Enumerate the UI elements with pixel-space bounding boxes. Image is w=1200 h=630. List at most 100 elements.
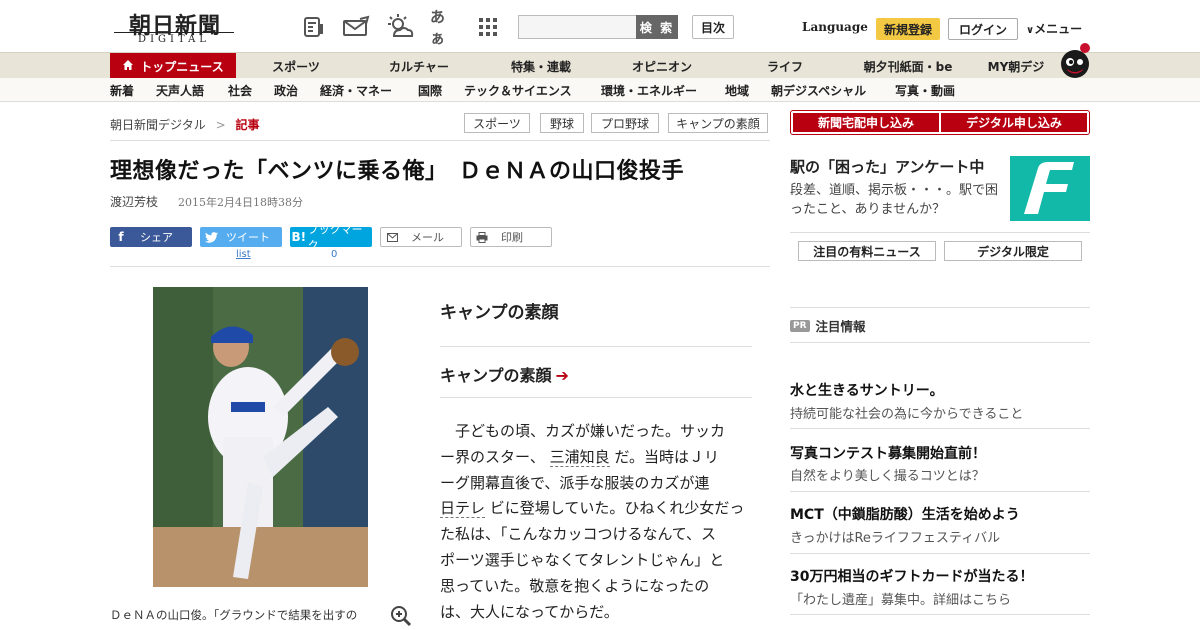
site-header: 朝日新聞 DIGITAL あぁ 検 索 目次 Language 新規登録 ログイ… (0, 0, 1200, 52)
divider (790, 307, 1090, 308)
login-button[interactable]: ログイン (948, 18, 1018, 40)
digital-only-button[interactable]: デジタル限定 (944, 241, 1082, 261)
hatena-count[interactable]: 0 (331, 249, 337, 260)
facebook-icon: f (118, 230, 124, 244)
nav2-international[interactable]: 国際 (418, 78, 442, 102)
article-author[interactable]: 渡辺芳枝 (110, 193, 158, 210)
tag-pro-baseball[interactable]: プロ野球 (591, 113, 659, 133)
ad-logo[interactable] (1010, 156, 1090, 221)
menu-button[interactable]: ∨メニュー (1026, 20, 1082, 37)
section-title: キャンプの素顔 (440, 303, 559, 323)
body-line: 思っていた。敬意を抱くようになったの (440, 576, 710, 595)
grid-apps-icon[interactable] (474, 14, 502, 40)
body-line: ーグ開幕直後で、派手な服装のカズが連 (440, 473, 710, 492)
twitter-share-button[interactable]: ツイート (200, 227, 282, 247)
twitter-count[interactable]: list (236, 249, 251, 260)
language-link[interactable]: Language (802, 20, 868, 34)
search-input[interactable] (518, 15, 638, 39)
nav-paper[interactable]: 朝夕刊紙面・be (846, 53, 970, 79)
body-line: は、大人になってからだ。 (440, 602, 619, 621)
home-icon (122, 59, 134, 74)
nav-my-asadigi[interactable]: MY朝デジ (970, 53, 1062, 79)
toc-button[interactable]: 目次 (692, 15, 734, 39)
nav2-society[interactable]: 社会 (228, 78, 252, 102)
nav-life[interactable]: ライフ (724, 53, 846, 79)
pr-badge: PR (790, 319, 810, 332)
body-text: ー界のスター、 (440, 447, 545, 466)
hatena-bookmark-button[interactable]: B! ブックマーク (290, 223, 372, 252)
tweet-label: ツイート (226, 231, 270, 244)
article-title: 理想像だった「ベンツに乗る俺」 ＤｅＮＡの山口俊投手 (110, 159, 685, 184)
nav-opinion[interactable]: オピニオン (600, 53, 724, 79)
chevron-down-icon: ∨ (1026, 25, 1035, 36)
site-logo-sub: DIGITAL (114, 32, 234, 45)
keyword-link[interactable]: 三浦知良 (549, 447, 610, 467)
nav2-region[interactable]: 地域 (725, 78, 749, 102)
breadcrumb-home[interactable]: 朝日新聞デジタル (110, 118, 206, 132)
arrow-right-icon: ➔ (555, 366, 569, 385)
nav2-tenseijingo[interactable]: 天声人語 (156, 78, 204, 102)
secondary-nav: 新着 天声人語 社会 政治 経済・マネー 国際 テック＆サイエンス 環境・エネル… (0, 78, 1200, 102)
keyword-link[interactable]: 日テレ (440, 499, 486, 519)
pr-item-title[interactable]: MCT（中鎖脂肪酸）生活を始めよう (790, 504, 1020, 524)
mail-share-button[interactable]: メール (380, 227, 462, 247)
primary-nav: トップニュース スポーツ カルチャー 特集・連載 オピニオン ライフ 朝夕刊紙面… (0, 52, 1200, 79)
nav-culture[interactable]: カルチャー (356, 53, 482, 79)
tag-baseball[interactable]: 野球 (540, 113, 584, 133)
nav-features[interactable]: 特集・連載 (482, 53, 600, 79)
article-photo[interactable] (153, 287, 368, 587)
mail-label: メール (411, 231, 444, 244)
mail-icon[interactable] (342, 14, 370, 40)
pr-item-title[interactable]: 水と生きるサントリー。 (790, 380, 944, 400)
nav2-economy[interactable]: 経済・マネー (320, 78, 392, 102)
print-label: 印刷 (501, 231, 523, 244)
section-link[interactable]: キャンプの素顔 ➔ (440, 362, 569, 386)
pr-item-title[interactable]: 30万円相当のギフトカードが当たる！ (790, 566, 1033, 586)
nav2-new[interactable]: 新着 (110, 78, 134, 102)
divider (110, 266, 770, 267)
printer-icon (471, 227, 493, 247)
print-button[interactable]: 印刷 (470, 227, 552, 247)
divider (440, 397, 752, 398)
nav2-photo-video[interactable]: 写真・動画 (895, 78, 955, 102)
tag-camp[interactable]: キャンプの素顔 (668, 113, 768, 133)
subscribe-digital-button[interactable]: デジタル申し込み (941, 113, 1087, 132)
body-text: だ。当時はＪリ (614, 447, 719, 466)
weather-icon[interactable] (386, 14, 414, 40)
divider (790, 614, 1090, 615)
divider (790, 553, 1090, 554)
nav2-tech[interactable]: テック＆サイエンス (464, 78, 572, 102)
breadcrumb: 朝日新聞デジタル > 記事 (110, 116, 260, 133)
zoom-icon[interactable] (390, 605, 412, 627)
ad-title[interactable]: 駅の「困った」アンケート中 (790, 156, 984, 177)
ad-text[interactable]: 段差、道順、掲示板・・・。駅で困ったこと、ありませんか？ (790, 181, 1006, 219)
article-body: 子どもの頃、カズが嫌いだった。サッカ ー界のスター、 三浦知良 だ。当時はＪリ … (440, 419, 752, 625)
nav2-special[interactable]: 朝デジスペシャル (771, 78, 866, 102)
newspaper-icon[interactable] (300, 14, 328, 40)
pr-item-desc[interactable]: 「わたし遺産」募集中。詳細はこちら (790, 589, 1011, 608)
bookmark-label: ブックマーク (307, 223, 363, 252)
body-line: ー界のスター、 三浦知良 だ。当時はＪリ (440, 445, 752, 471)
subscribe-paper-button[interactable]: 新聞宅配申し込み (793, 113, 939, 132)
font-size-icon[interactable]: あぁ (430, 8, 458, 47)
nav-top-news[interactable]: トップニュース (110, 53, 236, 79)
pr-item-title[interactable]: 写真コンテスト募集開始直前！ (790, 443, 986, 463)
tag-sports[interactable]: スポーツ (464, 113, 530, 133)
pr-item-desc[interactable]: 持続可能な社会の為に今からできること (790, 403, 1023, 422)
body-line: 日テレ ビに登場していた。ひねくれ少女だっ (440, 496, 752, 522)
facebook-share-button[interactable]: f シェア (110, 227, 192, 247)
premium-news-button[interactable]: 注目の有料ニュース (798, 241, 936, 261)
nav-sports[interactable]: スポーツ (236, 53, 356, 79)
mascot-icon[interactable] (1058, 40, 1092, 78)
nav2-politics[interactable]: 政治 (274, 78, 298, 102)
pr-item-desc[interactable]: きっかけはReライフフェスティバル (790, 527, 1000, 546)
envelope-icon (381, 227, 403, 247)
search-button[interactable]: 検 索 (636, 15, 678, 39)
pr-heading: PR 注目情報 (790, 316, 866, 335)
photo-caption: ＤｅＮＡの山口俊。「グラウンドで結果を出すの (110, 608, 358, 622)
nav2-environment[interactable]: 環境・エネルギー (601, 78, 697, 102)
signup-button[interactable]: 新規登録 (876, 18, 940, 40)
divider (440, 346, 752, 347)
pr-item-desc[interactable]: 自然をより美しく撮るコツとは？ (790, 465, 985, 484)
twitter-icon (200, 227, 222, 247)
